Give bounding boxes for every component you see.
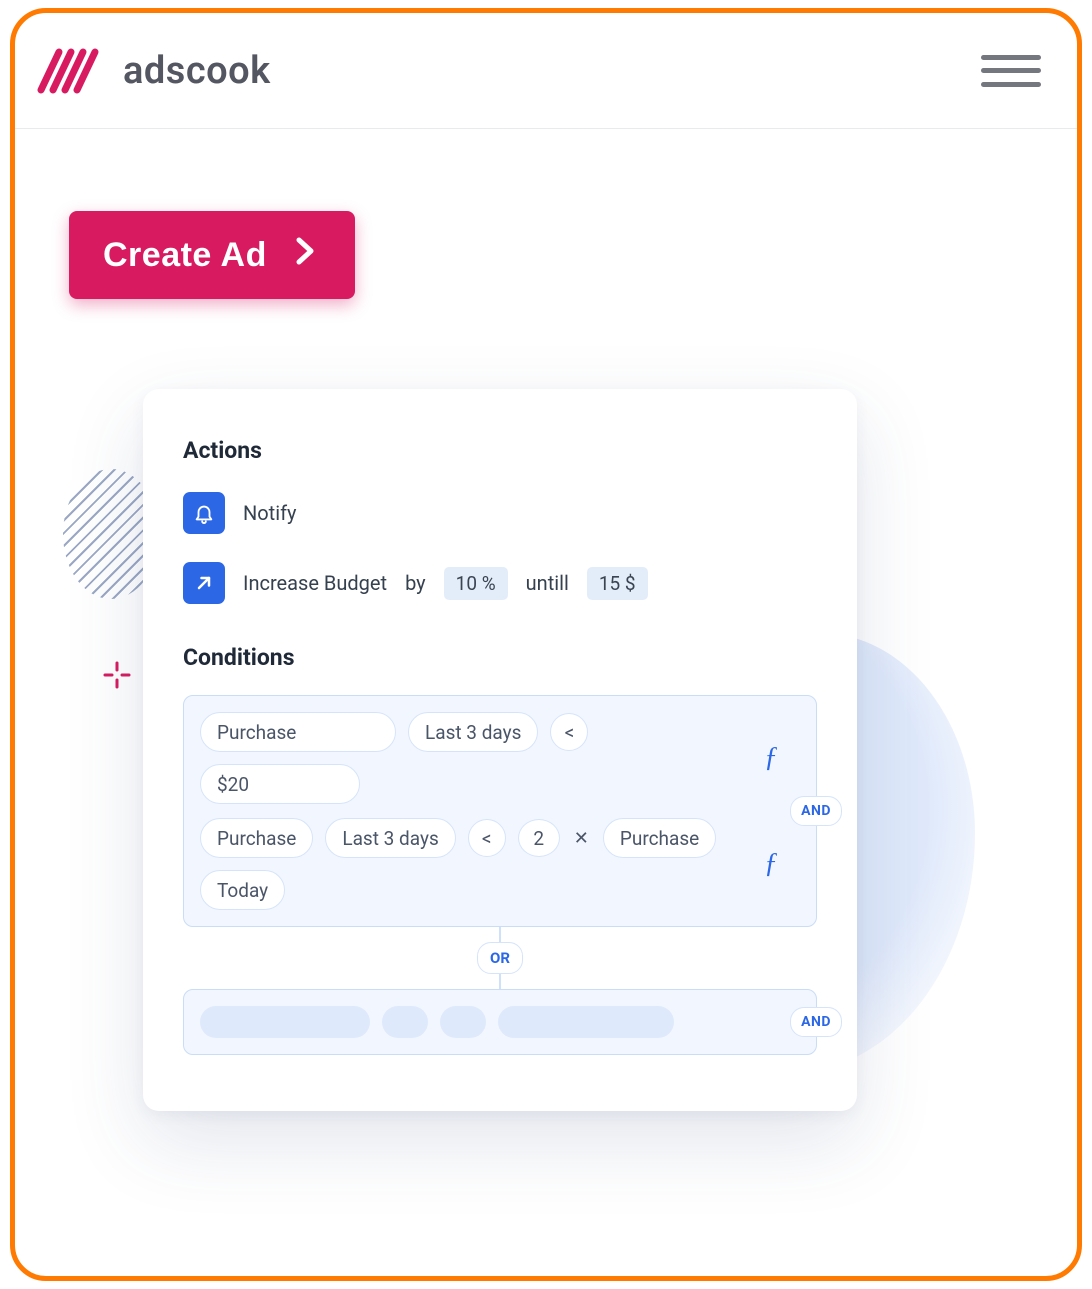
placeholder-chip[interactable] (498, 1006, 674, 1038)
menu-icon-bar (981, 55, 1041, 60)
condition-line-2: Purchase Last 3 days < 2 ✕ Purchase Toda… (200, 818, 776, 910)
decoration-sparkle-icon (103, 661, 131, 693)
chevron-right-icon (293, 236, 317, 275)
condition-operator[interactable]: < (550, 713, 588, 751)
multiply-icon: ✕ (572, 828, 591, 849)
menu-button[interactable] (981, 51, 1041, 91)
function-icon[interactable]: ƒ (764, 848, 778, 880)
arrow-up-right-icon[interactable] (183, 562, 225, 604)
create-ad-button[interactable]: Create Ad (69, 211, 355, 299)
action-notify-row: Notify (183, 492, 817, 534)
action-by-value[interactable]: 10 % (444, 567, 508, 600)
action-until-word: untill (526, 571, 569, 595)
condition-operator[interactable]: < (468, 819, 506, 857)
and-badge[interactable]: AND (790, 796, 842, 826)
action-until-value[interactable]: 15 $ (587, 567, 648, 600)
menu-icon-bar (981, 68, 1041, 73)
condition-group-1: AND Purchase Last 3 days < $20 ƒ Purchas… (183, 695, 817, 927)
condition-metric[interactable]: Purchase (200, 712, 396, 752)
action-notify-label: Notify (243, 501, 297, 525)
automation-card: Actions Notify Increase Budget by 10 % u… (143, 389, 857, 1111)
action-increase-budget-label: Increase Budget (243, 571, 387, 595)
and-badge[interactable]: AND (790, 1007, 842, 1037)
condition-group-2: AND (183, 989, 817, 1055)
condition-range[interactable]: Last 3 days (408, 712, 538, 752)
condition-multiplier[interactable]: 2 (518, 819, 560, 857)
condition-value[interactable]: $20 (200, 764, 360, 804)
action-increase-budget-row: Increase Budget by 10 % untill 15 $ (183, 562, 817, 604)
section-title-actions: Actions (183, 437, 817, 464)
condition-range-2[interactable]: Today (200, 870, 285, 910)
condition-line-1: Purchase Last 3 days < $20 ƒ (200, 712, 776, 804)
create-ad-label: Create Ad (103, 236, 267, 275)
condition-placeholder-line (200, 1006, 776, 1038)
condition-metric[interactable]: Purchase (200, 818, 313, 858)
placeholder-chip[interactable] (200, 1006, 370, 1038)
brand-name: adscook (123, 49, 271, 93)
group-connector: OR (183, 927, 817, 989)
condition-metric-2[interactable]: Purchase (603, 818, 716, 858)
app-header: adscook (15, 13, 1077, 129)
or-badge[interactable]: OR (477, 942, 523, 974)
menu-icon-bar (981, 82, 1041, 87)
function-icon[interactable]: ƒ (764, 742, 778, 774)
placeholder-chip[interactable] (440, 1006, 486, 1038)
bell-icon[interactable] (183, 492, 225, 534)
brand-logo-mark-icon (33, 42, 105, 100)
placeholder-chip[interactable] (382, 1006, 428, 1038)
brand-logo[interactable]: adscook (33, 42, 271, 100)
action-by-word: by (405, 571, 426, 595)
condition-range[interactable]: Last 3 days (325, 818, 455, 858)
conditions-container: AND Purchase Last 3 days < $20 ƒ Purchas… (183, 695, 817, 1055)
section-title-conditions: Conditions (183, 644, 817, 671)
